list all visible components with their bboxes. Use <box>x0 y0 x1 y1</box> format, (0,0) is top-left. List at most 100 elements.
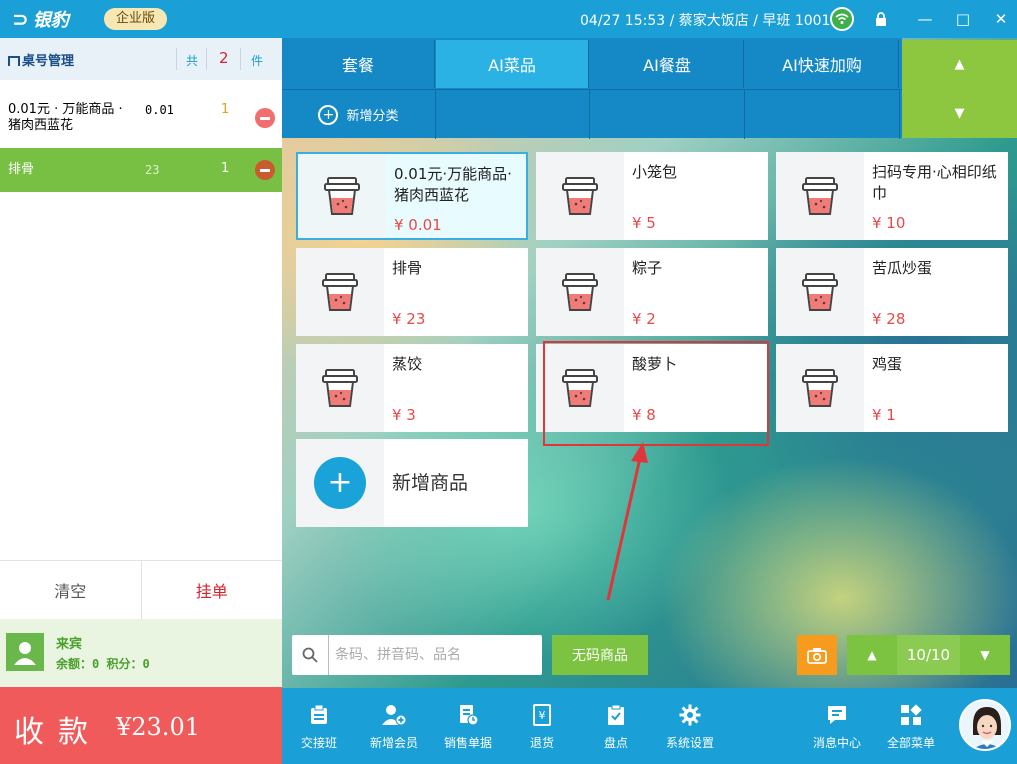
search-box[interactable] <box>292 635 542 675</box>
product-name: 扫码专用·心相印纸巾 <box>872 163 997 202</box>
member-name: 来宾 <box>56 637 83 652</box>
message-icon <box>824 702 850 728</box>
all-menu-icon <box>898 702 924 728</box>
product-name: 鸡蛋 <box>872 355 903 373</box>
lock-icon[interactable] <box>868 6 894 32</box>
product-card[interactable]: 粽子 ¥ 2 <box>536 248 768 336</box>
add-product-label: 新增商品 <box>392 472 469 494</box>
order-item-selected[interactable]: 排骨 23 1 <box>0 148 282 192</box>
inventory-icon <box>603 702 629 728</box>
order-item-qty: 1 <box>221 161 230 176</box>
maximize-button[interactable]: □ <box>950 6 976 32</box>
product-price: ¥ 3 <box>392 406 416 424</box>
tab-ai-plate[interactable]: AI餐盘 <box>591 40 744 88</box>
toolbar-label: 销售单据 <box>443 735 492 750</box>
order-item[interactable]: 0.01元 · 万能商品 · 猪肉西蓝花 0.01 1 <box>0 88 282 144</box>
empty-subcategory-cell <box>591 90 745 139</box>
toolbar-label: 全部菜单 <box>886 735 935 750</box>
remove-item-icon[interactable] <box>255 108 275 128</box>
product-card[interactable]: 0.01元·万能商品·猪肉西蓝花 ¥ 0.01 <box>296 152 528 240</box>
add-category-button[interactable]: + 新增分类 <box>282 90 436 139</box>
drink-cup-icon <box>776 248 864 336</box>
no-barcode-product-button[interactable]: 无码商品 <box>552 635 648 675</box>
page-down-button[interactable]: ▼ <box>960 635 1010 675</box>
product-card[interactable]: 小笼包 ¥ 5 <box>536 152 768 240</box>
tab-ai-quick-add[interactable]: AI快速加购 <box>746 40 899 88</box>
member-balance: 余额：0 积分：0 <box>56 657 150 671</box>
product-name: 苦瓜炒蛋 <box>872 259 933 277</box>
total-label: 共 <box>186 54 199 68</box>
search-input[interactable] <box>328 635 542 675</box>
order-item-name: 排骨 <box>8 162 35 177</box>
gear-icon <box>677 702 703 728</box>
toolbar-label: 盘点 <box>603 735 628 750</box>
table-manage-link[interactable]: 桌号管理 <box>8 50 74 69</box>
checkout-amount: ¥23.01 <box>116 713 200 741</box>
category-scroll-down-button[interactable]: ▼ <box>902 89 1017 138</box>
product-name: 蒸饺 <box>392 355 423 373</box>
member-avatar-icon <box>6 633 44 671</box>
toolbar-label: 退货 <box>529 735 554 750</box>
toolbar-settings[interactable]: 系统设置 <box>662 688 718 764</box>
product-card[interactable]: 酸萝卜 ¥ 8 <box>536 344 768 432</box>
toolbar-inventory[interactable]: 盘点 <box>596 688 636 764</box>
toolbar-sales-docs[interactable]: 销售单据 <box>440 688 496 764</box>
handover-icon <box>306 702 332 728</box>
drink-cup-icon <box>776 152 864 240</box>
tab-combo[interactable]: 套餐 <box>282 40 435 88</box>
total-count: 2 <box>219 49 229 67</box>
product-card[interactable]: 排骨 ¥ 23 <box>296 248 528 336</box>
toolbar-message-center[interactable]: 消息中心 <box>809 688 865 764</box>
drink-cup-icon <box>536 152 624 240</box>
support-agent-avatar[interactable] <box>959 699 1011 751</box>
product-card[interactable]: 扫码专用·心相印纸巾 ¥ 10 <box>776 152 1008 240</box>
tab-ai-dishes[interactable]: AI菜品 <box>436 40 589 88</box>
sales-doc-icon <box>455 702 481 728</box>
product-price: ¥ 0.01 <box>394 216 442 234</box>
minimize-button[interactable]: — <box>912 6 938 32</box>
toolbar-label: 系统设置 <box>665 735 714 750</box>
add-member-icon <box>381 702 407 728</box>
product-card[interactable]: 蒸饺 ¥ 3 <box>296 344 528 432</box>
plus-circle-icon: + <box>318 104 339 125</box>
header-divider <box>206 48 207 70</box>
product-name: 排骨 <box>392 259 423 277</box>
order-actions: 清空 挂单 <box>0 560 282 619</box>
category-scroll-up-button[interactable]: ▲ <box>902 40 1017 89</box>
remove-item-icon[interactable] <box>255 160 275 180</box>
page-up-button[interactable]: ▲ <box>847 635 897 675</box>
product-name: 粽子 <box>632 259 663 277</box>
product-card[interactable]: 苦瓜炒蛋 ¥ 28 <box>776 248 1008 336</box>
product-card[interactable]: 鸡蛋 ¥ 1 <box>776 344 1008 432</box>
header-divider <box>240 48 241 70</box>
add-product-button[interactable]: + 新增商品 <box>296 439 528 527</box>
app-logo: ⊃ 银豹 <box>12 6 69 32</box>
clear-button[interactable]: 清空 <box>0 561 142 619</box>
table-icon <box>8 56 20 66</box>
product-price: ¥ 8 <box>632 406 656 424</box>
toolbar-return[interactable]: ¥ 退货 <box>522 688 562 764</box>
category-tabs: 套餐 AI菜品 AI餐盘 AI快速加购 + 新增分类 <box>282 38 902 139</box>
drink-cup-icon <box>296 344 384 432</box>
edition-badge: 企业版 <box>104 8 168 30</box>
product-price: ¥ 28 <box>872 310 906 328</box>
checkout-button[interactable]: 收款 ¥23.01 <box>0 687 282 764</box>
toolbar-add-member[interactable]: 新增会员 <box>366 688 422 764</box>
close-button[interactable]: ✕ <box>988 6 1014 32</box>
header-divider <box>176 48 177 70</box>
order-header: 桌号管理 共 2 件 <box>0 38 282 80</box>
order-item-price: 0.01 <box>145 103 174 117</box>
hold-order-button[interactable]: 挂单 <box>141 561 282 619</box>
toolbar-all-menu[interactable]: 全部菜单 <box>883 688 939 764</box>
product-price: ¥ 23 <box>392 310 426 328</box>
drink-cup-icon <box>296 248 384 336</box>
camera-icon[interactable] <box>797 635 837 675</box>
member-panel[interactable]: 来宾 余额：0 积分：0 <box>0 619 282 687</box>
drink-cup-icon <box>536 344 624 432</box>
logo-swoosh-icon: ⊃ <box>12 7 29 31</box>
toolbar-label: 交接班 <box>300 735 337 750</box>
drink-cup-icon <box>776 344 864 432</box>
unit-label: 件 <box>251 54 264 68</box>
toolbar-handover[interactable]: 交接班 <box>296 688 342 764</box>
wifi-icon[interactable] <box>830 7 854 31</box>
